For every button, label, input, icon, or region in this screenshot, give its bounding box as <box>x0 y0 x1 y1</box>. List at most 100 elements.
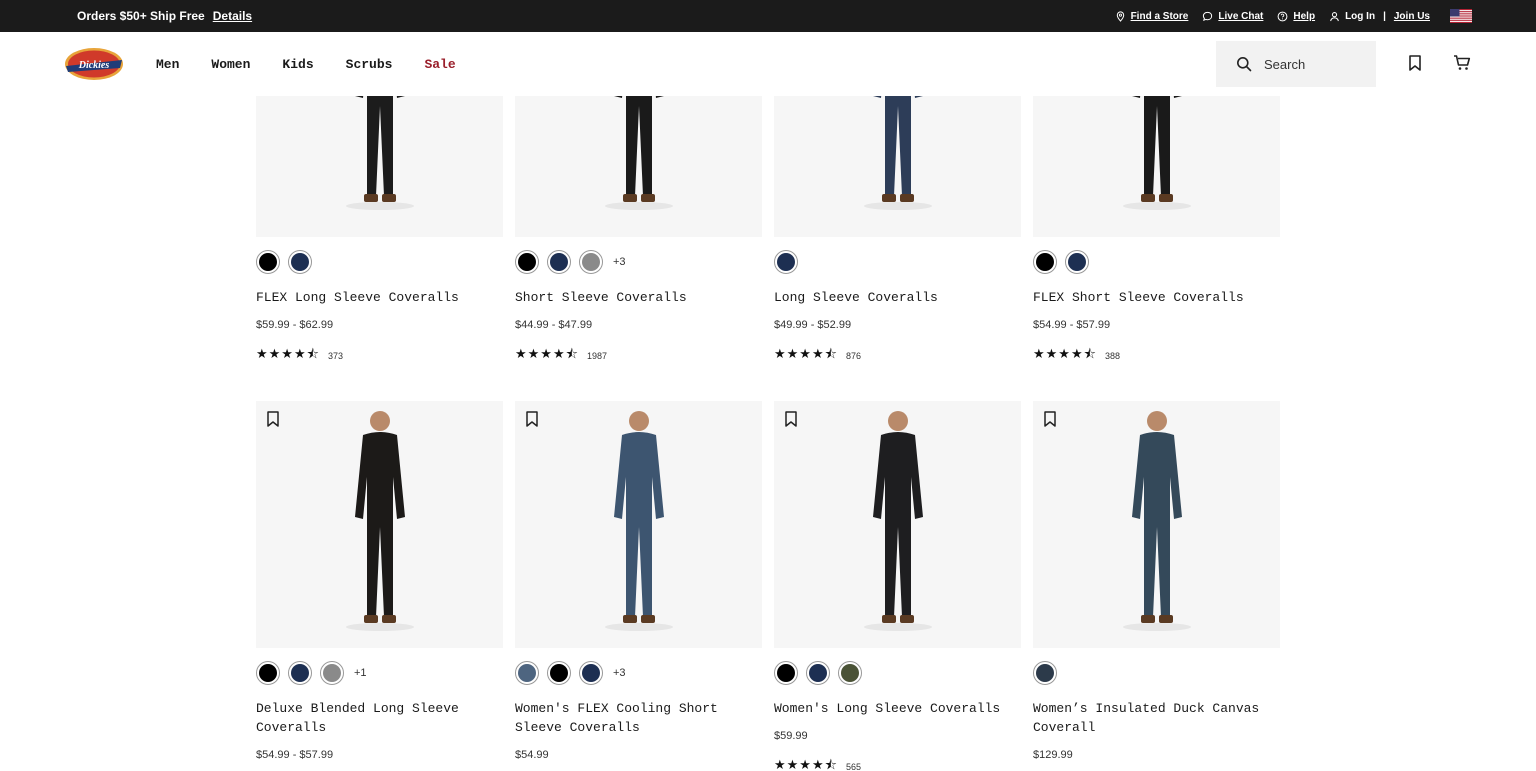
color-swatches: +1 <box>256 661 367 685</box>
logo-text: Dickies <box>78 60 110 71</box>
product-photo-figure <box>1122 411 1191 631</box>
swatch-color-dot <box>777 664 795 682</box>
save-bookmark-icon[interactable] <box>525 411 539 427</box>
swatch-color-dot <box>323 664 341 682</box>
product-rating[interactable]: ★★★★⯪ 1987 <box>515 345 607 367</box>
chat-bubble-icon <box>1203 11 1213 21</box>
find-store-link[interactable]: Find a Store <box>1115 11 1188 22</box>
product-rating[interactable]: ★★★★⯪ 565 <box>774 756 861 771</box>
color-swatch[interactable] <box>1033 250 1057 274</box>
swatch-color-dot <box>550 664 568 682</box>
color-swatches <box>774 661 862 685</box>
product-image[interactable] <box>1033 401 1280 648</box>
color-swatch[interactable] <box>774 661 798 685</box>
swatch-color-dot <box>550 253 568 271</box>
color-swatch[interactable] <box>515 661 539 685</box>
product-name[interactable]: Women's Long Sleeve Coveralls <box>774 699 1014 718</box>
nav-kids[interactable]: Kids <box>282 57 313 72</box>
us-flag-icon[interactable] <box>1450 9 1472 23</box>
review-count: 1987 <box>586 351 607 361</box>
dickies-logo[interactable]: Dickies <box>64 46 124 82</box>
product-image[interactable] <box>515 401 762 648</box>
join-link[interactable]: Join Us <box>1394 11 1430 22</box>
swatch-color-dot <box>259 253 277 271</box>
live-chat-label: Live Chat <box>1218 10 1264 22</box>
product-price: $59.99 <box>774 730 808 742</box>
product-name[interactable]: Short Sleeve Coveralls <box>515 288 755 307</box>
wishlist-bookmark-icon[interactable] <box>1406 54 1424 72</box>
color-swatch[interactable] <box>806 661 830 685</box>
swatch-color-dot <box>1036 664 1054 682</box>
color-swatch[interactable] <box>256 250 280 274</box>
search-box[interactable] <box>1216 41 1376 87</box>
color-swatch[interactable] <box>547 661 571 685</box>
help-link[interactable]: Help <box>1277 11 1315 22</box>
swatch-color-dot <box>291 664 309 682</box>
color-swatches: +3 <box>515 250 626 274</box>
nav-sale[interactable]: Sale <box>424 57 455 72</box>
color-swatch[interactable] <box>288 250 312 274</box>
product-rating[interactable]: ★★★★⯪ 373 <box>256 345 343 367</box>
color-swatch[interactable] <box>579 250 603 274</box>
save-bookmark-icon[interactable] <box>784 411 798 427</box>
main-header: Dickies Men Women Kids Scrubs Sale <box>0 32 1536 96</box>
rating-stars-icon: ★★★★⯪ <box>774 757 838 771</box>
account-separator: | <box>1383 10 1386 22</box>
rating-stars-icon: ★★★★⯪ <box>774 346 838 361</box>
product-photo-figure <box>1122 96 1191 210</box>
more-colors-count[interactable]: +3 <box>613 667 626 679</box>
search-input[interactable] <box>1264 56 1364 72</box>
color-swatch[interactable] <box>1065 250 1089 274</box>
product-name[interactable]: Long Sleeve Coveralls <box>774 288 1014 307</box>
product-name[interactable]: FLEX Long Sleeve Coveralls <box>256 288 496 307</box>
product-price: $44.99 - $47.99 <box>515 319 593 331</box>
product-rating[interactable]: ★★★★⯪ 388 <box>1033 345 1120 367</box>
save-bookmark-icon[interactable] <box>1043 411 1057 427</box>
product-name[interactable]: Women's FLEX Cooling Short Sleeve Covera… <box>515 699 755 737</box>
product-image[interactable] <box>515 96 762 237</box>
nav-women[interactable]: Women <box>211 57 250 72</box>
color-swatch[interactable] <box>774 250 798 274</box>
product-image[interactable] <box>256 401 503 648</box>
cart-icon[interactable] <box>1453 54 1471 72</box>
product-name[interactable]: Deluxe Blended Long Sleeve Coveralls <box>256 699 496 737</box>
product-image[interactable] <box>256 96 503 237</box>
utility-nav: Find a Store Live Chat Help Log In | Joi… <box>1115 0 1472 32</box>
product-price: $54.99 <box>515 749 549 761</box>
primary-nav: Men Women Kids Scrubs Sale <box>156 32 456 96</box>
product-photo-figure <box>863 411 932 631</box>
swatch-color-dot <box>841 664 859 682</box>
login-link[interactable]: Log In <box>1345 11 1375 22</box>
save-bookmark-icon[interactable] <box>266 411 280 427</box>
product-photo-figure <box>345 96 414 210</box>
product-image[interactable] <box>1033 96 1280 237</box>
help-label: Help <box>1293 10 1316 22</box>
product-name[interactable]: FLEX Short Sleeve Coveralls <box>1033 288 1273 307</box>
live-chat-link[interactable]: Live Chat <box>1202 11 1263 22</box>
color-swatch[interactable] <box>288 661 312 685</box>
color-swatch[interactable] <box>579 661 603 685</box>
swatch-color-dot <box>259 664 277 682</box>
color-swatch[interactable] <box>547 250 571 274</box>
swatch-color-dot <box>809 664 827 682</box>
product-name[interactable]: Women’s Insulated Duck Canvas Coverall <box>1033 699 1273 737</box>
color-swatch[interactable] <box>515 250 539 274</box>
more-colors-count[interactable]: +3 <box>613 256 626 268</box>
review-count: 388 <box>1104 351 1120 361</box>
color-swatch[interactable] <box>256 661 280 685</box>
more-colors-count[interactable]: +1 <box>354 667 367 679</box>
swatch-color-dot <box>518 253 536 271</box>
product-price: $49.99 - $52.99 <box>774 319 852 331</box>
nav-men[interactable]: Men <box>156 57 179 72</box>
color-swatch[interactable] <box>1033 661 1057 685</box>
color-swatch[interactable] <box>320 661 344 685</box>
nav-scrubs[interactable]: Scrubs <box>346 57 393 72</box>
product-image[interactable] <box>774 401 1021 648</box>
product-rating[interactable]: ★★★★⯪ 876 <box>774 345 861 367</box>
user-icon <box>1330 11 1339 21</box>
promo-details-link[interactable]: Details <box>213 9 252 23</box>
color-swatch[interactable] <box>838 661 862 685</box>
promo-message: Orders $50+ Ship Free Details <box>77 9 252 23</box>
product-image[interactable] <box>774 96 1021 237</box>
promo-bar: Orders $50+ Ship Free Details Find a Sto… <box>0 0 1536 32</box>
